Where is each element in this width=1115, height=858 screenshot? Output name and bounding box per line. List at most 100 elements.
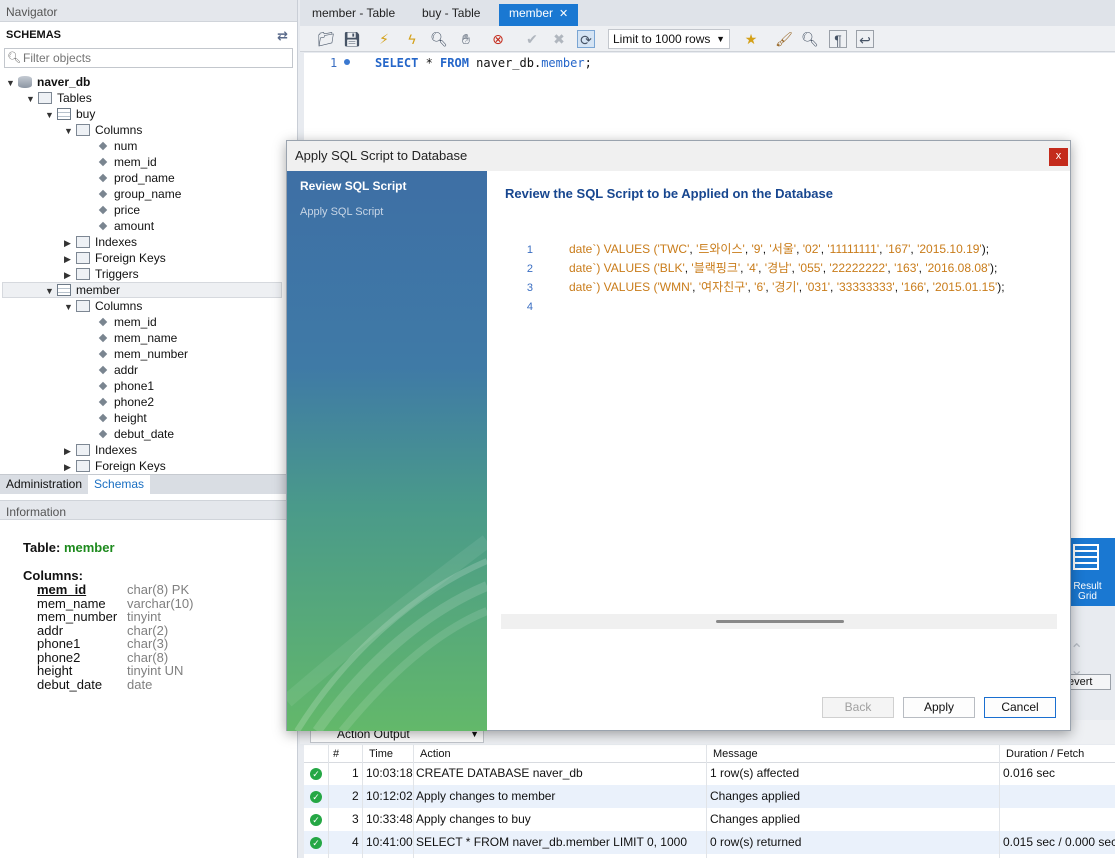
tree-node-buy-columns[interactable]: ▼ Columns [64, 122, 142, 138]
sql-value: '2015.01.15' [932, 280, 998, 294]
expand-arrow-icon[interactable]: ▼ [45, 107, 57, 123]
sql-value: 'BLK' [657, 261, 685, 275]
expand-arrow-icon[interactable]: ▼ [26, 91, 38, 107]
expand-arrow-icon[interactable]: ▼ [64, 299, 76, 315]
execute-icon[interactable]: ⚡ [375, 30, 393, 48]
tree-node-buy-foreign-keys[interactable]: ▶ Foreign Keys [64, 250, 166, 266]
column-icon [98, 397, 108, 407]
tree-node-member-columns[interactable]: ▼ Columns [64, 298, 142, 314]
line-number: 1 [526, 244, 533, 256]
save-icon[interactable]: 💾︎ [343, 30, 361, 48]
table-row[interactable]: ✓ 2 10:12:02 Apply changes to member Cha… [304, 785, 1115, 808]
tree-node-buy-indexes[interactable]: ▶ Indexes [64, 234, 137, 250]
tree-node-tables[interactable]: ▼ Tables [26, 90, 92, 106]
tree-node-column[interactable]: prod_name [96, 170, 175, 186]
tree-node-column[interactable]: price [96, 202, 140, 218]
tab-member-query[interactable]: member ✕ [499, 4, 579, 26]
find-icon[interactable]: 🔍︎ [801, 30, 819, 48]
back-button[interactable]: Back [822, 697, 894, 718]
info-column-type: char(3) [127, 636, 169, 651]
close-icon[interactable]: ✕ [559, 8, 568, 20]
expand-arrow-icon[interactable]: ▼ [64, 123, 76, 139]
expand-arrow-icon[interactable]: ▼ [6, 75, 18, 91]
tree-node-label: mem_number [114, 347, 189, 361]
tree-node-column[interactable]: num [96, 138, 137, 154]
row-time: 10:41:00 [366, 835, 413, 849]
tree-node-naver-db[interactable]: ▼ naver_db [6, 74, 90, 90]
tab-administration[interactable]: Administration [0, 475, 88, 494]
dialog-titlebar[interactable]: Apply SQL Script to Database x [287, 141, 1070, 171]
sql-value: '167' [885, 242, 911, 256]
table-row[interactable]: ✓ 4 10:41:00 SELECT * FROM naver_db.memb… [304, 831, 1115, 854]
execute-current-icon[interactable]: ϟ [403, 30, 421, 48]
explain-icon[interactable]: 🔍︎ [430, 30, 448, 48]
tree-node-member-foreign-keys[interactable]: ▶ Foreign Keys [64, 458, 166, 472]
tree-node-column[interactable]: mem_id [96, 154, 157, 170]
sql-value: 'TWC' [657, 242, 690, 256]
close-button[interactable]: x [1049, 148, 1068, 166]
expand-arrow-icon[interactable]: ▼ [45, 283, 57, 299]
expand-arrow-icon[interactable]: ▶ [64, 235, 76, 251]
column-divider [413, 745, 414, 858]
word-wrap-icon[interactable]: ↩ [856, 30, 874, 48]
tree-node-column[interactable]: amount [96, 218, 154, 234]
sql-statement[interactable]: SELECT * FROM naver_db.member; [375, 56, 592, 70]
tab-schemas[interactable]: Schemas [88, 475, 151, 494]
sql-value: '055' [798, 261, 823, 275]
stop-icon[interactable]: ✋︎ [457, 30, 475, 48]
filter-objects-field[interactable]: 🔍︎ [4, 48, 293, 68]
expand-arrow-icon[interactable]: ▶ [64, 443, 76, 459]
add-snippet-star-icon[interactable]: ★ [742, 30, 760, 48]
tab-buy-table[interactable]: buy - Table [412, 4, 490, 26]
column-header: # [333, 748, 340, 760]
tree-node-column[interactable]: addr [96, 362, 138, 378]
tree-node-column[interactable]: group_name [96, 186, 181, 202]
open-folder-icon[interactable]: 📁︎ [317, 30, 335, 48]
tree-node-member-indexes[interactable]: ▶ Indexes [64, 442, 137, 458]
tree-node-label: Foreign Keys [95, 459, 166, 472]
table-row[interactable]: ✓ 3 10:33:48 Apply changes to buy Change… [304, 808, 1115, 831]
cancel-button[interactable]: Cancel [984, 697, 1056, 718]
commit-icon[interactable]: ✔ [523, 30, 541, 48]
info-column-row: mem_name varchar(10) [23, 596, 293, 611]
tree-node-column[interactable]: phone2 [96, 394, 154, 410]
expand-arrow-icon[interactable]: ▶ [64, 251, 76, 267]
horizontal-scrollbar[interactable] [501, 614, 1057, 629]
line-number: 2 [526, 263, 533, 275]
toggle-error-stop-icon[interactable]: ⊗ [489, 30, 507, 48]
beautify-brush-icon[interactable]: 🖌︎ [775, 30, 793, 48]
row-number: 2 [352, 789, 359, 803]
tab-member-table[interactable]: member - Table [302, 4, 405, 26]
tree-node-column[interactable]: height [96, 410, 147, 426]
tree-node-column[interactable]: mem_name [96, 330, 177, 346]
info-table-title: Table: member [23, 540, 293, 555]
limit-rows-select[interactable]: Limit to 1000 rows ▼ [608, 29, 730, 49]
refresh-icon[interactable]: ⇄ [277, 28, 288, 44]
filter-objects-input[interactable] [23, 50, 291, 66]
limit-rows-label: Limit to 1000 rows [613, 32, 711, 46]
chevron-down-icon: ▼ [716, 34, 725, 44]
tree-node-column[interactable]: mem_id [96, 314, 157, 330]
tree-node-member[interactable]: ▼ member [45, 282, 120, 298]
tree-node-column[interactable]: phone1 [96, 378, 154, 394]
tree-node-column[interactable]: debut_date [96, 426, 174, 442]
info-column-name: phone1 [37, 636, 81, 651]
table-row[interactable]: ✓ 1 10:03:18 CREATE DATABASE naver_db 1 … [304, 762, 1115, 785]
tree-node-label: Columns [95, 299, 143, 313]
row-action: Apply changes to member [416, 789, 556, 803]
scrollbar-thumb[interactable] [716, 620, 844, 623]
success-check-icon: ✓ [310, 768, 322, 780]
tree-node-column[interactable]: mem_number [96, 346, 188, 362]
tree-node-buy-triggers[interactable]: ▶ Triggers [64, 266, 139, 282]
tree-node-buy[interactable]: ▼ buy [45, 106, 95, 122]
invisible-chars-icon[interactable]: ¶ [829, 30, 847, 48]
rollback-icon[interactable]: ✖ [550, 30, 568, 48]
autocommit-icon[interactable]: ⟳ [577, 30, 595, 48]
expand-arrow-icon[interactable]: ▶ [64, 267, 76, 283]
column-icon [98, 317, 108, 327]
info-column-row: phone1 char(3) [23, 637, 293, 651]
expand-arrow-icon[interactable]: ▶ [64, 459, 76, 472]
column-header: Message [713, 748, 758, 760]
apply-button[interactable]: Apply [903, 697, 975, 718]
sql-script-preview[interactable]: 1 date`) VALUES ('TWC', '트와이스', '9', '서울… [501, 236, 1057, 616]
